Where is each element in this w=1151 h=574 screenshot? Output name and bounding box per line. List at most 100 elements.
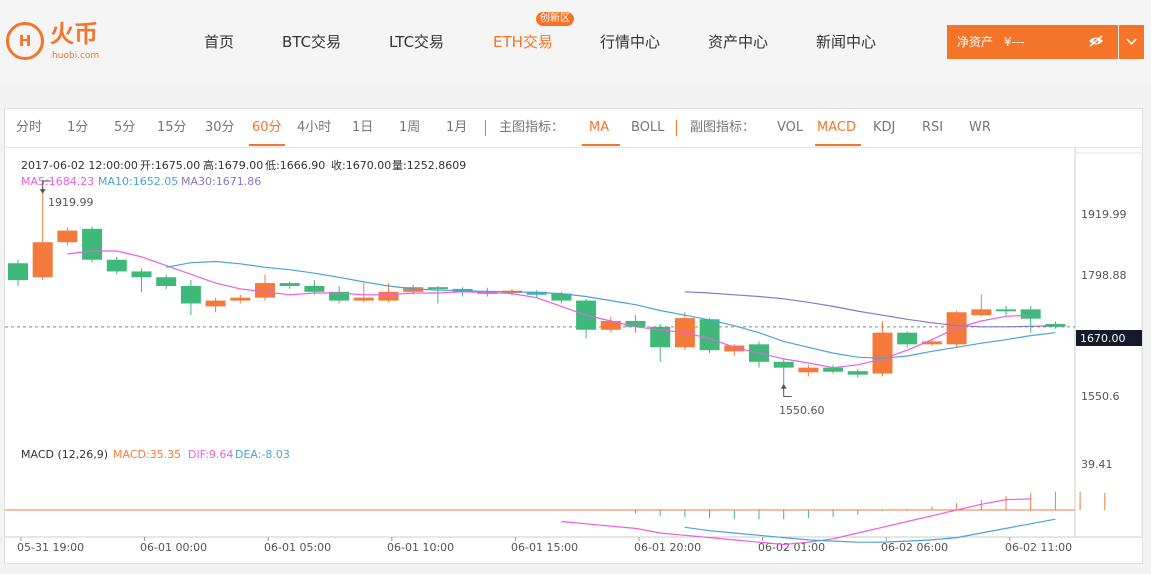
period-1month[interactable]: 1月 — [446, 119, 467, 137]
info-ma30: MA30:1671.86 — [181, 175, 261, 188]
candle-body — [427, 287, 448, 290]
candle-body — [304, 286, 325, 292]
chart-toolbar: 分时 1分 5分 15分 30分 60分 4小时 1日 1周 1月 主图指标： … — [5, 109, 1142, 148]
info-ma5: MA5:1684.23 — [21, 175, 94, 188]
x-tick-label: 06-02 06:00 — [881, 541, 948, 554]
macd-info-dea: DEA:-8.03 — [235, 448, 290, 461]
indicator-boll[interactable]: BOLL — [631, 119, 664, 137]
brand-name-cn: 火币 — [50, 20, 98, 48]
info-date: 2017-06-02 12:00:00 — [21, 159, 138, 172]
kline-chart[interactable]: 2017-06-02 12:00:00 开:1675.00 高:1679.00 … — [5, 148, 1142, 564]
asset-dropdown-toggle[interactable] — [1119, 25, 1144, 59]
candle-body — [57, 230, 78, 243]
low-marker-arrowhead — [780, 384, 787, 389]
candle-body — [971, 309, 992, 316]
candle-body — [32, 242, 53, 278]
sub-indicator-underline — [815, 144, 861, 146]
period-1week[interactable]: 1周 — [399, 119, 420, 137]
info-low: 低:1666.90 — [265, 159, 325, 172]
nav-item-home[interactable]: 首页 — [204, 30, 234, 54]
period-30min[interactable]: 30分 — [205, 119, 235, 137]
info-close: 收:1670.00 — [331, 158, 391, 172]
nav-item-market[interactable]: 行情中心 — [600, 30, 660, 54]
x-tick-label: 06-01 05:00 — [264, 541, 331, 554]
info-high: 高:1679.00 — [203, 158, 263, 172]
x-tick-label: 06-01 20:00 — [634, 541, 701, 554]
y-tick-label: 1550.6 — [1081, 390, 1120, 403]
nav-item-btc[interactable]: BTC交易 — [282, 30, 341, 54]
indicator-ma[interactable]: MA — [589, 119, 609, 137]
y-tick-label: 1798.88 — [1081, 269, 1127, 282]
candle-body — [205, 300, 226, 307]
low-marker-label: 1550.60 — [779, 404, 825, 417]
candle-body — [279, 283, 300, 286]
eye-hidden-icon[interactable] — [1088, 35, 1104, 47]
logo-mark-icon: H — [6, 22, 44, 60]
kline-panel: 分时 1分 5分 15分 30分 60分 4小时 1日 1周 1月 主图指标： … — [4, 108, 1143, 564]
sub-indicator-label: 副图指标： — [690, 120, 756, 135]
x-tick-label: 06-01 00:00 — [140, 541, 207, 554]
candle-body — [872, 332, 893, 374]
period-4hour[interactable]: 4小时 — [297, 119, 331, 137]
candle-body — [699, 319, 720, 351]
period-timeshare[interactable]: 分时 — [16, 119, 42, 137]
dif-line — [561, 498, 1031, 546]
candle-body — [378, 291, 399, 301]
x-tick-label: 06-02 11:00 — [1005, 541, 1072, 554]
nav-item-eth[interactable]: ETH交易 — [493, 30, 553, 54]
macd-info-name: MACD (12,26,9) — [21, 448, 108, 461]
macd-info-macd: MACD:35.35 — [113, 448, 181, 461]
net-asset-value: ¥--- — [1004, 35, 1025, 49]
macd-info-dif: DIF:9.64 — [188, 448, 233, 461]
period-1min[interactable]: 1分 — [67, 119, 88, 137]
nav-item-ltc[interactable]: LTC交易 — [389, 30, 444, 54]
y-tick-label: 1919.99 — [1081, 208, 1127, 221]
candle-body — [82, 228, 103, 260]
nav-item-assets[interactable]: 资产中心 — [708, 30, 768, 54]
period-active-underline — [249, 144, 285, 146]
x-tick-label: 06-01 10:00 — [387, 541, 454, 554]
period-60min[interactable]: 60分 — [252, 119, 282, 137]
candle-body — [230, 297, 251, 301]
brand-name-en: huobi.com — [52, 51, 100, 61]
candle-body — [156, 277, 177, 286]
candle-body — [625, 321, 646, 327]
brand-logo[interactable]: H 火币 huobi.com — [6, 20, 116, 64]
main-indicator-underline — [582, 144, 620, 146]
period-1day[interactable]: 1日 — [352, 119, 373, 137]
candle-body — [106, 259, 127, 272]
indicator-rsi[interactable]: RSI — [922, 119, 943, 137]
candle-body — [798, 367, 819, 373]
indicator-kdj[interactable]: KDJ — [873, 119, 895, 137]
nav-item-news[interactable]: 新闻中心 — [816, 30, 876, 54]
candle-body — [180, 286, 201, 304]
indicator-macd[interactable]: MACD — [817, 119, 856, 137]
candle-body — [353, 297, 374, 301]
period-15min[interactable]: 15分 — [157, 119, 187, 137]
info-volume: 量:1252.8609 — [392, 159, 466, 172]
net-asset-button[interactable]: 净资产 ¥--- — [947, 25, 1118, 59]
chart-marks — [5, 180, 1106, 546]
innovation-zone-badge: 创新区 — [536, 12, 574, 26]
high-marker-label: 1919.99 — [48, 196, 94, 209]
toolbar-divider — [676, 120, 677, 136]
toolbar-divider — [485, 120, 486, 136]
indicator-vol[interactable]: VOL — [777, 119, 803, 137]
candle-body — [773, 361, 794, 368]
indicator-wr[interactable]: WR — [969, 119, 991, 137]
high-marker-arrowhead — [39, 189, 46, 194]
candle-body — [8, 263, 28, 281]
x-tick-label: 06-01 15:00 — [511, 541, 578, 554]
candle-body — [1020, 309, 1041, 319]
x-axis-labels: 05-31 19:00 06-01 00:00 06-01 05:00 06-0… — [17, 541, 1072, 554]
chevron-down-icon — [1126, 38, 1137, 46]
macd-top-label: 39.41 — [1081, 458, 1113, 471]
candle-body — [996, 309, 1016, 312]
candle-body — [897, 332, 918, 345]
period-5min[interactable]: 5分 — [114, 119, 135, 137]
candle-body — [847, 371, 868, 375]
ma30-line — [684, 291, 1056, 328]
info-ma10: MA10:1652.05 — [98, 175, 178, 188]
net-asset-label: 净资产 — [957, 35, 994, 49]
main-indicator-label: 主图指标： — [499, 120, 565, 135]
